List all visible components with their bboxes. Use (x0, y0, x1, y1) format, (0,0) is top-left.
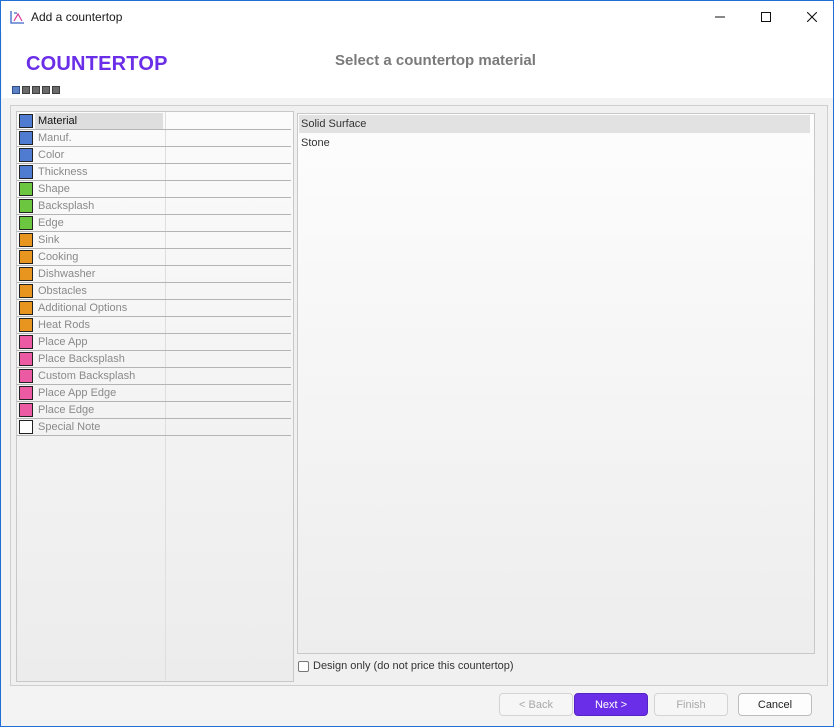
step-nav-list: Material Manuf. Color Thickness Shape Backspl… (17, 113, 293, 436)
nav-item[interactable]: Place Edge (17, 402, 291, 419)
nav-item-label: Additional Options (38, 302, 128, 314)
nav-item-label: Heat Rods (38, 319, 90, 331)
nav-item-label: Special Note (38, 421, 101, 433)
cancel-button[interactable]: Cancel (738, 693, 812, 716)
step-color-swatch (19, 267, 33, 281)
step-marker (22, 86, 30, 94)
nav-item[interactable]: Heat Rods (17, 317, 291, 334)
nav-item-label: Obstacles (38, 285, 87, 297)
maximize-icon (761, 11, 771, 22)
nav-item[interactable]: Sink (17, 232, 291, 249)
minimize-button[interactable] (697, 1, 743, 32)
design-only-checkbox[interactable] (298, 660, 309, 672)
step-color-swatch (19, 403, 33, 417)
material-option[interactable]: Solid Surface (299, 115, 810, 133)
nav-item-label: Place Backsplash (38, 353, 125, 365)
step-color-swatch (19, 233, 33, 247)
countertop-app-icon (10, 11, 24, 24)
nav-item-label: Material (38, 115, 78, 127)
nav-item[interactable]: Manuf. (17, 130, 291, 147)
nav-item-label: Thickness (38, 166, 88, 178)
nav-item-label: Dishwasher (38, 268, 96, 280)
material-option-label: Stone (301, 137, 330, 149)
window-title: Add a countertop (31, 10, 123, 24)
step-nav-panel: Material Manuf. Color Thickness Shape Backspl… (16, 111, 294, 682)
nav-item[interactable]: Color (17, 147, 291, 164)
nav-item-label: Edge (38, 217, 64, 229)
add-countertop-window: Add a countertop COUNTERTOP Select a cou… (0, 0, 834, 727)
step-color-swatch (19, 301, 33, 315)
minimize-icon (715, 16, 725, 17)
nav-item-label: Manuf. (38, 132, 72, 144)
step-indicator (12, 86, 60, 94)
step-color-swatch (19, 114, 33, 128)
nav-item-label: Custom Backsplash (38, 370, 136, 382)
nav-item-label: Place App (38, 336, 88, 348)
nav-item[interactable]: Place App (17, 334, 291, 351)
nav-item[interactable]: Obstacles (17, 283, 291, 300)
nav-item[interactable]: Cooking (17, 249, 291, 266)
finish-button[interactable]: Finish (654, 693, 728, 716)
maximize-button[interactable] (743, 1, 789, 32)
nav-item[interactable]: Backsplash (17, 198, 291, 215)
step-marker (52, 86, 60, 94)
nav-item[interactable]: Additional Options (17, 300, 291, 317)
nav-item-label: Backsplash (38, 200, 95, 212)
step-color-swatch (19, 182, 33, 196)
title-bar: Add a countertop (1, 1, 833, 32)
step-color-swatch (19, 199, 33, 213)
close-icon (807, 11, 817, 22)
step-marker (12, 86, 20, 94)
step-color-swatch (19, 369, 33, 383)
step-color-swatch (19, 352, 33, 366)
brand-title: COUNTERTOP (26, 53, 168, 75)
nav-item-label: Place Edge (38, 404, 95, 416)
nav-item[interactable]: Thickness (17, 164, 291, 181)
step-color-swatch (19, 386, 33, 400)
nav-item-label: Sink (38, 234, 60, 246)
nav-item[interactable]: Dishwasher (17, 266, 291, 283)
step-color-swatch (19, 148, 33, 162)
step-color-swatch (19, 250, 33, 264)
material-option-label: Solid Surface (301, 118, 367, 130)
step-marker (32, 86, 40, 94)
step-color-swatch (19, 165, 33, 179)
material-list: Solid Surface Stone (297, 113, 815, 654)
nav-item[interactable]: Place App Edge (17, 385, 291, 402)
nav-item[interactable]: Custom Backsplash (17, 368, 291, 385)
step-color-swatch (19, 284, 33, 298)
wizard-content: Material Manuf. Color Thickness Shape Backspl… (10, 105, 828, 686)
step-color-swatch (19, 420, 33, 434)
step-marker (42, 86, 50, 94)
nav-item[interactable]: Special Note (17, 419, 291, 436)
nav-item[interactable]: Shape (17, 181, 291, 198)
next-button[interactable]: Next > (574, 693, 648, 716)
page-subtitle: Select a countertop material (335, 52, 536, 69)
close-button[interactable] (789, 1, 834, 32)
nav-item-label: Shape (38, 183, 70, 195)
design-only-label: Design only (do not price this counterto… (313, 660, 514, 672)
wizard-header: COUNTERTOP Select a countertop material (2, 32, 833, 98)
step-color-swatch (19, 318, 33, 332)
step-color-swatch (19, 335, 33, 349)
nav-item[interactable]: Place Backsplash (17, 351, 291, 368)
nav-item[interactable]: Edge (17, 215, 291, 232)
material-option[interactable]: Stone (299, 134, 810, 152)
step-color-swatch (19, 216, 33, 230)
nav-item-label: Place App Edge (38, 387, 117, 399)
nav-item-label: Cooking (38, 251, 79, 263)
nav-item-label: Color (38, 149, 65, 161)
nav-item[interactable]: Material (17, 113, 291, 130)
step-color-swatch (19, 131, 33, 145)
back-button[interactable]: < Back (499, 693, 573, 716)
design-only-option[interactable]: Design only (do not price this counterto… (298, 660, 514, 672)
